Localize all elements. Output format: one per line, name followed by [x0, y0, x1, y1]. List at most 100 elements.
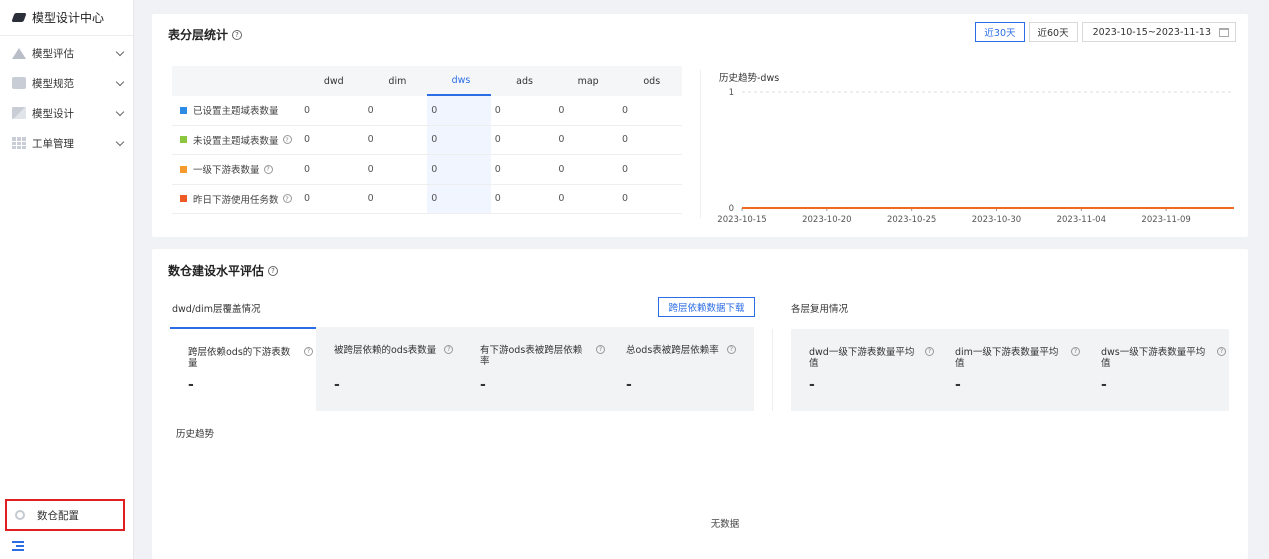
- legend-square-icon: [180, 136, 187, 144]
- coverage-metrics: 跨层依赖ods的下游表数量? - 被跨层依赖的ods表数量? - 有下游ods表被跨层依…: [170, 327, 754, 411]
- help-icon[interactable]: ?: [925, 347, 934, 356]
- history-trend-label: 历史趋势: [176, 429, 215, 440]
- metric-label: dim一级下游表数量平均值: [955, 347, 1059, 369]
- table-row: 一级下游表数量? 0 0 0 0 0 0: [172, 155, 682, 185]
- no-data-label: 无数据: [710, 519, 740, 530]
- table-cell: 0: [304, 163, 311, 175]
- column-header-dws[interactable]: dws: [427, 66, 491, 96]
- row-label: 未设置主题域表数量?: [172, 133, 300, 147]
- book-icon: [12, 77, 26, 89]
- x-tick-label: 2023-11-09: [1141, 215, 1190, 225]
- column-header-dim[interactable]: dim: [364, 76, 428, 87]
- sidebar-header: 模型设计中心: [0, 0, 133, 36]
- legend-square-icon: [180, 165, 187, 173]
- help-icon[interactable]: ?: [1071, 347, 1080, 356]
- range-30-days-button[interactable]: 近30天: [975, 22, 1025, 42]
- sidebar-item-ticket-management[interactable]: 工单管理: [0, 128, 133, 158]
- help-icon[interactable]: ?: [726, 345, 736, 354]
- table-cell: 0: [427, 184, 491, 213]
- table-cell: 0: [621, 193, 629, 205]
- column-header-dwd[interactable]: dwd: [300, 76, 364, 87]
- range-60-days-button[interactable]: 近60天: [1028, 22, 1078, 42]
- help-icon[interactable]: ?: [282, 135, 292, 145]
- warehouse-eval-title-text: 数仓建设水平评估: [168, 264, 265, 278]
- table-cell: 0: [621, 104, 629, 116]
- metric-title: dim一级下游表数量平均值?: [955, 347, 1083, 369]
- help-icon[interactable]: ?: [1217, 347, 1226, 356]
- grid-icon: [12, 137, 26, 149]
- sidebar-item-label: 工单管理: [32, 137, 74, 150]
- history-trend-chart: 历史趋势-dws 0 1 2023-10-15 2023-10-20 2023-10-2…: [710, 66, 1242, 226]
- help-icon[interactable]: ?: [444, 345, 454, 354]
- metric-value: -: [626, 377, 632, 393]
- row-label-text: 未设置主题域表数量: [193, 135, 279, 147]
- metric-card: dws一级下游表数量平均值? -: [1083, 329, 1229, 411]
- help-icon[interactable]: ?: [596, 345, 605, 354]
- metric-title: dws一级下游表数量平均值?: [1101, 347, 1229, 369]
- x-tick-label: 2023-10-25: [887, 215, 936, 225]
- metric-value: -: [1101, 377, 1107, 393]
- metric-value: -: [188, 377, 194, 393]
- table-cell: 0: [621, 163, 629, 175]
- sidebar-item-model-design[interactable]: 模型设计: [0, 98, 133, 128]
- table-row: 昨日下游使用任务数? 0 0 0 0 0 0: [172, 184, 682, 214]
- table-cell: 0: [427, 125, 491, 154]
- column-header-ads[interactable]: ads: [491, 76, 555, 87]
- help-icon[interactable]: ?: [304, 347, 313, 356]
- download-cross-layer-button[interactable]: 跨层依赖数据下载: [658, 297, 755, 317]
- table-cell: 0: [558, 193, 565, 205]
- help-icon[interactable]: ?: [232, 29, 243, 40]
- row-label-text: 一级下游表数量: [193, 165, 260, 177]
- layer-stats-card: 表分层统计 ? 近30天 近60天 2023-10-15~2023-11-13 …: [152, 14, 1248, 237]
- date-range-selector: 近30天 近60天 2023-10-15~2023-11-13: [975, 22, 1236, 42]
- chevron-down-icon: [115, 47, 125, 56]
- metric-label: 被跨层依赖的ods表数量: [334, 345, 437, 356]
- table-cell: 0: [558, 104, 565, 116]
- date-range-picker[interactable]: 2023-10-15~2023-11-13: [1081, 22, 1236, 42]
- help-icon[interactable]: ?: [263, 164, 273, 174]
- legend-square-icon: [180, 195, 187, 203]
- metric-title: 有下游ods表被跨层依赖率?: [480, 345, 608, 367]
- x-tick-label: 2023-10-20: [802, 215, 851, 225]
- chevron-down-icon: [115, 77, 125, 86]
- metric-title: 被跨层依赖的ods表数量?: [334, 345, 462, 356]
- table-cell: 0: [304, 193, 311, 205]
- table-cell: 0: [494, 193, 501, 205]
- metric-card: dwd一级下游表数量平均值? -: [791, 329, 937, 411]
- column-header-ods[interactable]: ods: [618, 76, 682, 87]
- help-icon[interactable]: ?: [282, 194, 292, 204]
- metric-title: 总ods表被跨层依赖率?: [626, 345, 754, 356]
- metric-card[interactable]: 被跨层依赖的ods表数量? -: [316, 327, 462, 411]
- table-cell: 0: [494, 104, 501, 116]
- table-cell: 0: [427, 155, 491, 184]
- no-data-text: 无数据: [152, 516, 1248, 530]
- table-cell: 0: [558, 134, 565, 146]
- metric-card[interactable]: 跨层依赖ods的下游表数量? -: [170, 327, 316, 411]
- date-range-value: 2023-10-15~2023-11-13: [1092, 26, 1211, 38]
- help-icon[interactable]: ?: [268, 265, 279, 276]
- metric-label: dws一级下游表数量平均值: [1101, 347, 1206, 369]
- metric-label: 总ods表被跨层依赖率: [626, 345, 719, 356]
- metric-card[interactable]: 总ods表被跨层依赖率? -: [608, 327, 754, 411]
- layer-stats-title-text: 表分层统计: [168, 28, 229, 42]
- metric-label: dwd一级下游表数量平均值: [809, 347, 915, 369]
- metric-card[interactable]: 有下游ods表被跨层依赖率? -: [462, 327, 608, 411]
- sidebar-title: 模型设计中心: [32, 11, 105, 25]
- sidebar-item-model-spec[interactable]: 模型规范: [0, 68, 133, 98]
- table-cell: 0: [304, 134, 311, 146]
- sidebar-item-model-evaluation[interactable]: 模型评估: [0, 38, 133, 68]
- divider: [700, 70, 701, 218]
- table-cell: 0: [558, 163, 565, 175]
- collapse-sidebar-icon[interactable]: [12, 541, 24, 551]
- x-tick-label: 2023-11-04: [1057, 215, 1106, 225]
- metric-value: -: [809, 377, 815, 393]
- sidebar-item-label: 模型规范: [32, 77, 74, 90]
- design-icon: [12, 107, 26, 119]
- table-cell: 0: [427, 96, 491, 125]
- model-center-logo-icon: [12, 11, 26, 25]
- column-header-map[interactable]: map: [554, 76, 618, 87]
- metric-value: -: [480, 377, 486, 393]
- y-tick-label: 1: [729, 88, 734, 98]
- sidebar-item-label: 模型评估: [32, 47, 74, 60]
- sidebar-item-warehouse-config[interactable]: 数仓配置: [5, 499, 125, 531]
